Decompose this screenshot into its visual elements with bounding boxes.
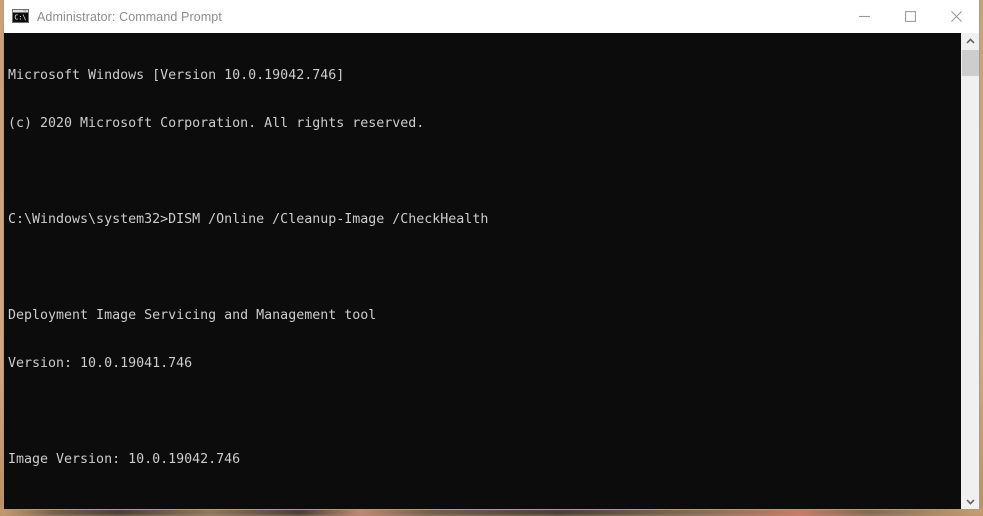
window-title: Administrator: Command Prompt [37,9,222,24]
console-output-text[interactable]: Microsoft Windows [Version 10.0.19042.74… [4,33,961,509]
console-line: (c) 2020 Microsoft Corporation. All righ… [8,116,425,131]
scrollbar-thumb[interactable] [962,50,979,76]
window-controls [841,0,979,33]
maximize-button[interactable] [887,0,933,33]
minimize-button[interactable] [841,0,887,33]
console-line: C:\Windows\system32>DISM /Online /Cleanu… [8,212,489,227]
close-button[interactable] [933,0,979,33]
chevron-down-icon [966,499,975,505]
scroll-up-button[interactable] [962,33,979,50]
console-body: Microsoft Windows [Version 10.0.19042.74… [4,33,979,509]
chevron-up-icon [966,38,975,44]
vertical-scrollbar[interactable] [961,33,979,509]
console-line: Microsoft Windows [Version 10.0.19042.74… [8,68,345,83]
command-prompt-window: C:\ Administrator: Command Prompt Micros… [3,0,980,510]
cmd-console-icon: C:\ [12,8,29,25]
console-line: Version: 10.0.19041.746 [8,356,193,371]
console-line: Deployment Image Servicing and Managemen… [8,308,377,323]
scroll-down-button[interactable] [962,493,979,509]
minimize-icon [858,15,870,18]
title-bar[interactable]: C:\ Administrator: Command Prompt [4,0,979,33]
console-line: Image Version: 10.0.19042.746 [8,452,241,467]
maximize-icon [904,11,916,22]
svg-text:C:\: C:\ [14,14,26,22]
scrollbar-track[interactable] [962,50,979,493]
close-icon [950,11,962,22]
